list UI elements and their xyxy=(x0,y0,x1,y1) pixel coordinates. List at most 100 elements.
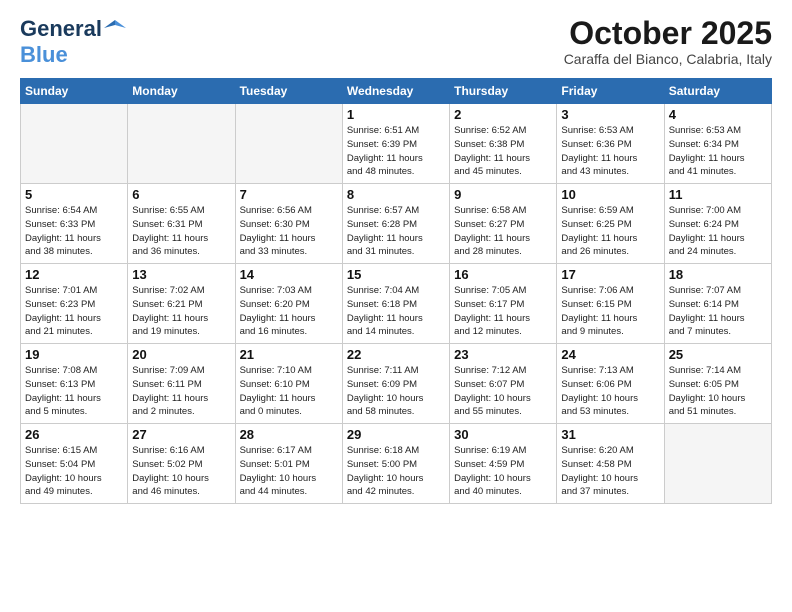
day-cell-4-1: 27 Sunrise: 6:16 AM Sunset: 5:02 PM Dayli… xyxy=(128,424,235,504)
page: General Blue October 2025 Caraffa del Bi… xyxy=(0,0,792,514)
day-num-3-3: 22 xyxy=(347,347,445,362)
day-num-0-6: 4 xyxy=(669,107,767,122)
header-friday: Friday xyxy=(557,79,664,104)
day-info-4-5: Sunrise: 6:20 AM Sunset: 4:58 PM Dayligh… xyxy=(561,444,659,499)
day-cell-1-0: 5 Sunrise: 6:54 AM Sunset: 6:33 PM Daylig… xyxy=(21,184,128,264)
day-num-0-3: 1 xyxy=(347,107,445,122)
day-info-4-1: Sunrise: 6:16 AM Sunset: 5:02 PM Dayligh… xyxy=(132,444,230,499)
day-num-4-1: 27 xyxy=(132,427,230,442)
day-cell-2-1: 13Sunrise: 7:02 AM Sunset: 6:21 PM Dayli… xyxy=(128,264,235,344)
day-info-1-6: Sunrise: 7:00 AM Sunset: 6:24 PM Dayligh… xyxy=(669,204,767,259)
day-cell-1-4: 9Sunrise: 6:58 AM Sunset: 6:27 PM Daylig… xyxy=(450,184,557,264)
day-info-0-4: Sunrise: 6:52 AM Sunset: 6:38 PM Dayligh… xyxy=(454,124,552,179)
day-info-0-6: Sunrise: 6:53 AM Sunset: 6:34 PM Dayligh… xyxy=(669,124,767,179)
day-cell-4-0: 26 Sunrise: 6:15 AM Sunset: 5:04 PM Dayli… xyxy=(21,424,128,504)
day-num-4-2: 28 xyxy=(240,427,338,442)
day-info-0-3: Sunrise: 6:51 AM Sunset: 6:39 PM Dayligh… xyxy=(347,124,445,179)
day-cell-0-2 xyxy=(235,104,342,184)
day-cell-1-2: 7 Sunrise: 6:56 AM Sunset: 6:30 PM Daylig… xyxy=(235,184,342,264)
day-num-3-0: 19 xyxy=(25,347,123,362)
day-info-3-0: Sunrise: 7:08 AM Sunset: 6:13 PM Dayligh… xyxy=(25,364,123,419)
header-monday: Monday xyxy=(128,79,235,104)
logo-blue-text: Blue xyxy=(20,42,68,67)
day-num-1-0: 5 xyxy=(25,187,123,202)
logo: General Blue xyxy=(20,16,126,68)
day-info-4-4: Sunrise: 6:19 AM Sunset: 4:59 PM Dayligh… xyxy=(454,444,552,499)
day-num-2-5: 17 xyxy=(561,267,659,282)
week-row-2: 12 Sunrise: 7:01 AM Sunset: 6:23 PM Dayli… xyxy=(21,264,772,344)
day-cell-0-3: 1 Sunrise: 6:51 AM Sunset: 6:39 PM Daylig… xyxy=(342,104,449,184)
day-num-2-1: 13 xyxy=(132,267,230,282)
day-num-3-6: 25 xyxy=(669,347,767,362)
week-row-0: 1 Sunrise: 6:51 AM Sunset: 6:39 PM Daylig… xyxy=(21,104,772,184)
day-cell-3-1: 20 Sunrise: 7:09 AM Sunset: 6:11 PM Dayli… xyxy=(128,344,235,424)
title-area: October 2025 Caraffa del Bianco, Calabri… xyxy=(564,16,772,67)
day-info-1-2: Sunrise: 6:56 AM Sunset: 6:30 PM Dayligh… xyxy=(240,204,338,259)
day-num-3-2: 21 xyxy=(240,347,338,362)
day-cell-3-3: 22 Sunrise: 7:11 AM Sunset: 6:09 PM Dayli… xyxy=(342,344,449,424)
day-num-3-1: 20 xyxy=(132,347,230,362)
header-wednesday: Wednesday xyxy=(342,79,449,104)
day-cell-0-4: 2Sunrise: 6:52 AM Sunset: 6:38 PM Daylig… xyxy=(450,104,557,184)
day-num-1-1: 6 xyxy=(132,187,230,202)
day-cell-1-3: 8 Sunrise: 6:57 AM Sunset: 6:28 PM Daylig… xyxy=(342,184,449,264)
day-num-2-6: 18 xyxy=(669,267,767,282)
month-title: October 2025 xyxy=(564,16,772,51)
day-info-3-6: Sunrise: 7:14 AM Sunset: 6:05 PM Dayligh… xyxy=(669,364,767,419)
day-num-4-5: 31 xyxy=(561,427,659,442)
day-cell-4-2: 28Sunrise: 6:17 AM Sunset: 5:01 PM Dayli… xyxy=(235,424,342,504)
day-cell-4-5: 31 Sunrise: 6:20 AM Sunset: 4:58 PM Dayli… xyxy=(557,424,664,504)
header-tuesday: Tuesday xyxy=(235,79,342,104)
day-cell-4-3: 29 Sunrise: 6:18 AM Sunset: 5:00 PM Dayli… xyxy=(342,424,449,504)
day-num-1-5: 10 xyxy=(561,187,659,202)
day-num-2-3: 15 xyxy=(347,267,445,282)
day-info-3-3: Sunrise: 7:11 AM Sunset: 6:09 PM Dayligh… xyxy=(347,364,445,419)
day-info-4-3: Sunrise: 6:18 AM Sunset: 5:00 PM Dayligh… xyxy=(347,444,445,499)
day-cell-0-6: 4 Sunrise: 6:53 AM Sunset: 6:34 PM Daylig… xyxy=(664,104,771,184)
day-info-1-0: Sunrise: 6:54 AM Sunset: 6:33 PM Dayligh… xyxy=(25,204,123,259)
day-cell-1-5: 10 Sunrise: 6:59 AM Sunset: 6:25 PM Dayli… xyxy=(557,184,664,264)
day-info-3-4: Sunrise: 7:12 AM Sunset: 6:07 PM Dayligh… xyxy=(454,364,552,419)
day-cell-1-6: 11 Sunrise: 7:00 AM Sunset: 6:24 PM Dayli… xyxy=(664,184,771,264)
day-info-2-2: Sunrise: 7:03 AM Sunset: 6:20 PM Dayligh… xyxy=(240,284,338,339)
day-cell-2-4: 16Sunrise: 7:05 AM Sunset: 6:17 PM Dayli… xyxy=(450,264,557,344)
day-info-3-1: Sunrise: 7:09 AM Sunset: 6:11 PM Dayligh… xyxy=(132,364,230,419)
day-num-2-2: 14 xyxy=(240,267,338,282)
day-cell-2-3: 15Sunrise: 7:04 AM Sunset: 6:18 PM Dayli… xyxy=(342,264,449,344)
day-cell-3-0: 19 Sunrise: 7:08 AM Sunset: 6:13 PM Dayli… xyxy=(21,344,128,424)
logo-general-text: General xyxy=(20,16,102,42)
logo-bird-icon xyxy=(104,18,126,36)
day-info-2-5: Sunrise: 7:06 AM Sunset: 6:15 PM Dayligh… xyxy=(561,284,659,339)
day-cell-3-4: 23 Sunrise: 7:12 AM Sunset: 6:07 PM Dayli… xyxy=(450,344,557,424)
day-num-1-6: 11 xyxy=(669,187,767,202)
day-cell-2-5: 17 Sunrise: 7:06 AM Sunset: 6:15 PM Dayli… xyxy=(557,264,664,344)
day-num-0-5: 3 xyxy=(561,107,659,122)
day-num-4-3: 29 xyxy=(347,427,445,442)
day-info-2-0: Sunrise: 7:01 AM Sunset: 6:23 PM Dayligh… xyxy=(25,284,123,339)
calendar: Sunday Monday Tuesday Wednesday Thursday… xyxy=(20,78,772,504)
day-num-3-4: 23 xyxy=(454,347,552,362)
day-cell-0-0 xyxy=(21,104,128,184)
day-num-1-4: 9 xyxy=(454,187,552,202)
day-info-4-0: Sunrise: 6:15 AM Sunset: 5:04 PM Dayligh… xyxy=(25,444,123,499)
day-info-1-5: Sunrise: 6:59 AM Sunset: 6:25 PM Dayligh… xyxy=(561,204,659,259)
day-num-2-0: 12 xyxy=(25,267,123,282)
day-cell-4-6 xyxy=(664,424,771,504)
day-cell-3-6: 25 Sunrise: 7:14 AM Sunset: 6:05 PM Dayli… xyxy=(664,344,771,424)
day-info-1-3: Sunrise: 6:57 AM Sunset: 6:28 PM Dayligh… xyxy=(347,204,445,259)
day-num-1-2: 7 xyxy=(240,187,338,202)
week-row-3: 19 Sunrise: 7:08 AM Sunset: 6:13 PM Dayli… xyxy=(21,344,772,424)
weekday-header-row: Sunday Monday Tuesday Wednesday Thursday… xyxy=(21,79,772,104)
day-num-4-0: 26 xyxy=(25,427,123,442)
day-info-2-6: Sunrise: 7:07 AM Sunset: 6:14 PM Dayligh… xyxy=(669,284,767,339)
week-row-1: 5 Sunrise: 6:54 AM Sunset: 6:33 PM Daylig… xyxy=(21,184,772,264)
day-cell-2-0: 12 Sunrise: 7:01 AM Sunset: 6:23 PM Dayli… xyxy=(21,264,128,344)
day-cell-0-1 xyxy=(128,104,235,184)
day-num-3-5: 24 xyxy=(561,347,659,362)
day-cell-0-5: 3Sunrise: 6:53 AM Sunset: 6:36 PM Daylig… xyxy=(557,104,664,184)
day-num-1-3: 8 xyxy=(347,187,445,202)
day-cell-1-1: 6Sunrise: 6:55 AM Sunset: 6:31 PM Daylig… xyxy=(128,184,235,264)
day-cell-2-6: 18 Sunrise: 7:07 AM Sunset: 6:14 PM Dayli… xyxy=(664,264,771,344)
day-info-2-4: Sunrise: 7:05 AM Sunset: 6:17 PM Dayligh… xyxy=(454,284,552,339)
header-saturday: Saturday xyxy=(664,79,771,104)
